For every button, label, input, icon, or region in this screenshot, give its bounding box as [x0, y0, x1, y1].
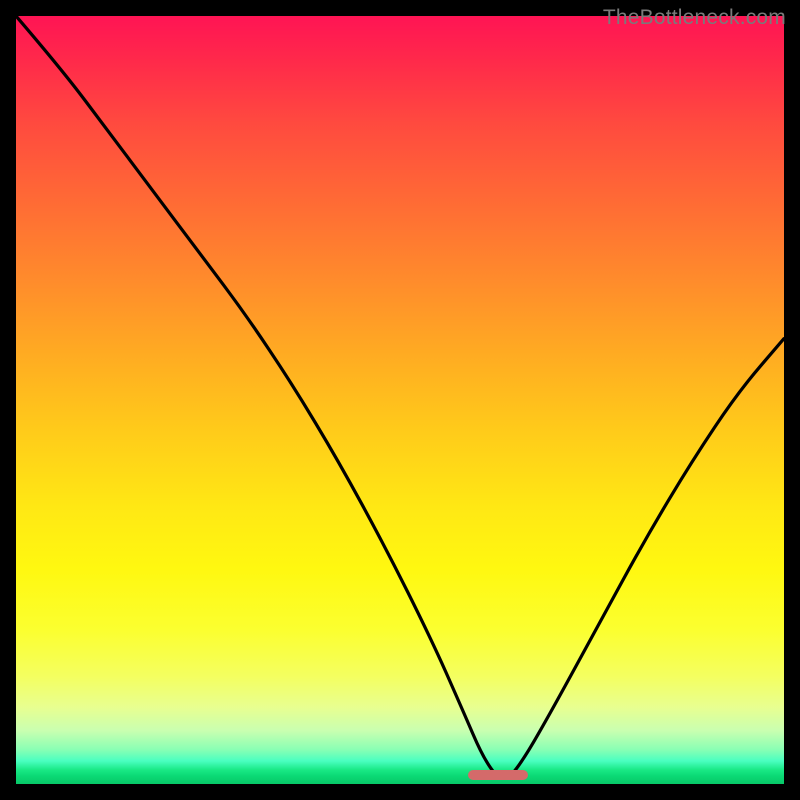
chart-frame: TheBottleneck.com [0, 0, 800, 800]
minimum-marker [468, 770, 528, 780]
bottleneck-curve [16, 16, 784, 784]
plot-area [16, 16, 784, 784]
watermark-text: TheBottleneck.com [603, 6, 786, 30]
